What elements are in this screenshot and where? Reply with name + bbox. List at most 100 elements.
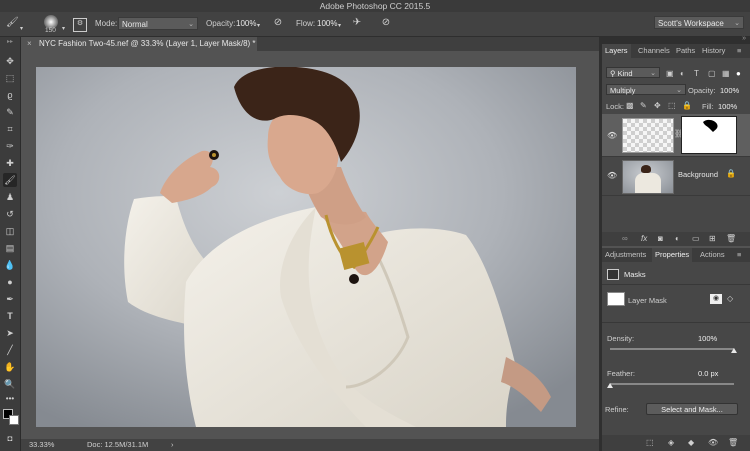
- visibility-eye-icon[interactable]: 👁: [708, 438, 718, 448]
- zoom-tool-icon[interactable]: 🔍: [3, 377, 17, 391]
- load-selection-icon[interactable]: ⬚: [646, 438, 654, 448]
- new-group-folder-icon[interactable]: ▭: [692, 234, 700, 244]
- flow-value[interactable]: 100%: [317, 19, 337, 28]
- visibility-eye-icon[interactable]: 👁: [607, 131, 617, 140]
- layer-mask-thumbnail[interactable]: [682, 117, 736, 153]
- tab-adjustments[interactable]: Adjustments: [602, 248, 649, 262]
- background-color-swatch[interactable]: [9, 415, 19, 425]
- opacity-chevron-icon[interactable]: ▾: [257, 21, 260, 31]
- tab-properties[interactable]: Properties: [652, 248, 693, 262]
- eyedropper-tool-icon[interactable]: ✑: [3, 139, 17, 153]
- filter-type-icon[interactable]: T: [694, 69, 699, 79]
- trash-icon[interactable]: 🗑: [726, 234, 736, 244]
- canvas-area[interactable]: [21, 51, 599, 439]
- document-tab[interactable]: × NYC Fashion Two-45.nef @ 33.3% (Layer …: [21, 37, 257, 51]
- healing-brush-tool-icon[interactable]: ✚: [3, 156, 17, 170]
- feather-slider[interactable]: [610, 383, 734, 385]
- tab-layers[interactable]: Layers: [602, 44, 631, 58]
- filter-pixel-icon[interactable]: ▣: [666, 69, 674, 79]
- fx-icon[interactable]: fx: [641, 234, 647, 244]
- lock-transparency-icon[interactable]: ▩: [626, 101, 634, 111]
- dodge-tool-icon[interactable]: ●: [3, 275, 17, 289]
- pen-tool-icon[interactable]: ✒: [3, 292, 17, 306]
- link-layers-icon[interactable]: ∞: [622, 234, 628, 244]
- move-tool-icon[interactable]: ✥: [3, 54, 17, 68]
- density-slider[interactable]: [610, 348, 734, 350]
- blur-tool-icon[interactable]: 💧: [3, 258, 17, 272]
- search-icon: ⚲: [610, 69, 618, 78]
- document-tab-title: NYC Fashion Two-45.nef @ 33.3% (Layer 1,…: [39, 39, 256, 48]
- tab-actions[interactable]: Actions: [697, 248, 728, 262]
- select-pixel-mask-icon[interactable]: ◉: [710, 294, 722, 304]
- status-menu-arrow[interactable]: ›: [171, 439, 174, 451]
- select-and-mask-button[interactable]: Select and Mask...: [646, 403, 738, 415]
- filter-smart-object-icon[interactable]: ▦: [722, 69, 730, 79]
- add-vector-mask-icon[interactable]: ◇: [727, 294, 733, 304]
- brush-panel-toggle-icon[interactable]: ⚙: [73, 18, 87, 32]
- opacity-value[interactable]: 100%: [236, 19, 256, 28]
- feather-slider-thumb[interactable]: [607, 383, 613, 388]
- quick-mask-icon[interactable]: ◘: [3, 432, 17, 446]
- close-tab-icon[interactable]: ×: [27, 37, 32, 51]
- line-tool-icon[interactable]: ╱: [3, 343, 17, 357]
- lock-pixels-icon[interactable]: ✎: [640, 101, 647, 111]
- brush-tool-icon[interactable]: 🖌: [6, 18, 19, 28]
- pressure-size-icon[interactable]: ⊘: [380, 18, 392, 28]
- panel-menu-icon[interactable]: ≡: [734, 44, 744, 58]
- eraser-tool-icon[interactable]: ◫: [3, 224, 17, 238]
- brush-tool-icon[interactable]: 🖌: [3, 173, 17, 187]
- layer-row-background[interactable]: 👁 Background 🔒: [602, 157, 750, 196]
- quick-selection-tool-icon[interactable]: ✎: [3, 105, 17, 119]
- crop-tool-icon[interactable]: ⌗: [3, 122, 17, 136]
- toolbox-grip[interactable]: ▸▸: [3, 39, 17, 45]
- visibility-eye-icon[interactable]: 👁: [607, 171, 617, 180]
- zoom-level[interactable]: 33.33%: [29, 439, 54, 451]
- tab-channels[interactable]: Channels: [635, 44, 673, 58]
- lock-all-icon[interactable]: 🔒: [682, 101, 692, 111]
- brush-picker-chevron-icon[interactable]: ▾: [62, 24, 65, 34]
- dropdown-chevron-icon[interactable]: ▾: [20, 24, 23, 34]
- add-mask-icon[interactable]: ◙: [658, 234, 663, 244]
- marquee-tool-icon[interactable]: ⬚: [3, 71, 17, 85]
- tab-history[interactable]: History: [699, 44, 728, 58]
- feather-value[interactable]: 0.0 px: [698, 369, 718, 378]
- new-layer-icon[interactable]: ⊞: [709, 234, 716, 244]
- mode-value: Normal: [122, 20, 148, 29]
- history-brush-tool-icon[interactable]: ↺: [3, 207, 17, 221]
- layer-row-layer-1[interactable]: 👁 ⛓: [602, 114, 750, 157]
- layer-opacity-value[interactable]: 100%: [720, 86, 739, 95]
- adjustment-layer-icon[interactable]: ◐: [675, 234, 680, 244]
- fill-value[interactable]: 100%: [718, 102, 737, 111]
- lock-artboard-icon[interactable]: ⬚: [668, 101, 676, 111]
- workspace-select[interactable]: Scott's Workspace ⌄: [654, 16, 744, 29]
- mode-select[interactable]: Normal ⌄: [118, 17, 198, 30]
- gradient-tool-icon[interactable]: ▤: [3, 241, 17, 255]
- airbrush-icon[interactable]: ✈: [351, 18, 363, 28]
- filter-shape-icon[interactable]: ▢: [708, 69, 716, 79]
- panel-menu-icon[interactable]: ≡: [734, 248, 744, 262]
- invert-icon[interactable]: ◈: [668, 438, 674, 448]
- collapse-panels-icon[interactable]: »: [742, 35, 746, 42]
- background-thumbnail[interactable]: [622, 160, 674, 194]
- density-value[interactable]: 100%: [698, 334, 717, 343]
- divider: [602, 322, 750, 323]
- delete-mask-icon[interactable]: 🗑: [728, 438, 738, 448]
- lock-position-icon[interactable]: ✥: [654, 101, 661, 111]
- blend-mode-select[interactable]: Multiply ⌄: [606, 84, 686, 95]
- path-selection-tool-icon[interactable]: ➤: [3, 326, 17, 340]
- lasso-tool-icon[interactable]: ϱ: [3, 88, 17, 102]
- clone-stamp-tool-icon[interactable]: ♟: [3, 190, 17, 204]
- tab-paths[interactable]: Paths: [673, 44, 698, 58]
- layer-filter-select[interactable]: ⚲ Kind ⌄: [606, 67, 660, 78]
- filter-toggle-icon[interactable]: ●: [736, 69, 741, 79]
- type-tool-icon[interactable]: T: [3, 309, 17, 323]
- document-image[interactable]: [36, 67, 576, 427]
- flow-chevron-icon[interactable]: ▾: [338, 21, 341, 31]
- apply-mask-icon[interactable]: ◆: [688, 438, 694, 448]
- density-slider-thumb[interactable]: [731, 348, 737, 353]
- filter-adjustment-icon[interactable]: ◐: [680, 69, 685, 79]
- pressure-opacity-icon[interactable]: ⊘: [272, 18, 284, 28]
- more-tools-icon[interactable]: •••: [3, 392, 17, 406]
- hand-tool-icon[interactable]: ✋: [3, 360, 17, 374]
- layer-thumbnail[interactable]: [622, 118, 674, 153]
